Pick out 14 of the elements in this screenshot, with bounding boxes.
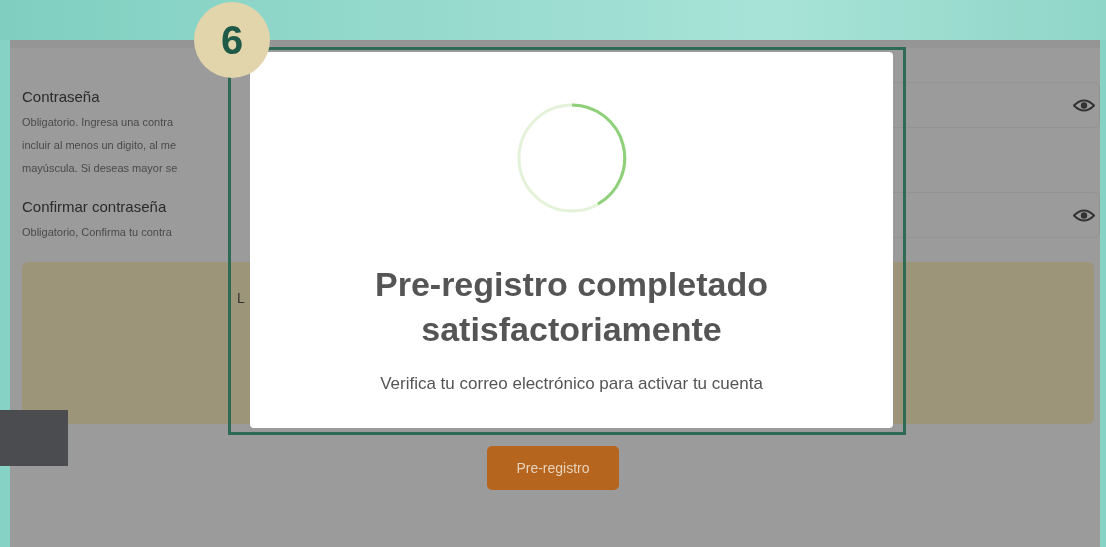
notice-text: L	[237, 290, 245, 306]
pre-registration-button[interactable]: Pre-registro	[487, 446, 619, 490]
help-text: Obligatorio, Confirma tu contra	[22, 225, 173, 240]
eye-icon[interactable]	[1073, 97, 1095, 113]
field-label: Confirmar contraseña	[22, 198, 168, 215]
dark-panel	[0, 410, 68, 466]
eye-icon[interactable]	[1073, 207, 1095, 223]
modal-message: Verifica tu correo electrónico para activar tu cuenta	[380, 374, 763, 394]
loading-spinner-icon	[515, 102, 628, 214]
modal-title: Pre-registro completado satisfactoriamente	[374, 264, 769, 350]
help-text: incluir al menos un digito, al me	[22, 138, 178, 153]
help-text: mayúscula. Si deseas mayor se	[22, 161, 179, 176]
field-label: Contraseña	[22, 88, 101, 105]
help-text: Obligatorio. Ingresa una contra	[22, 115, 175, 130]
